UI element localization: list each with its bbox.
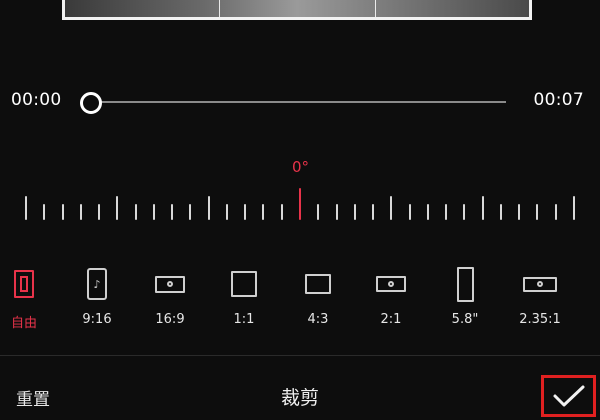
rotation-dial-tick xyxy=(354,204,356,220)
rotation-dial-tick xyxy=(62,204,64,220)
ratio-label: 4:3 xyxy=(307,312,329,327)
ratio-option-2-35-1[interactable]: 2.35:1 xyxy=(510,264,570,334)
video-crop-preview[interactable] xyxy=(62,0,532,20)
rotation-dial-tick xyxy=(445,204,447,220)
ratio-option-free[interactable]: 自由 xyxy=(0,264,54,334)
ratio-label: 2:1 xyxy=(380,312,402,327)
landscape-4-3-icon xyxy=(305,274,331,294)
ratio-label: 16:9 xyxy=(155,312,185,327)
ratio-label: 1:1 xyxy=(233,312,255,327)
confirm-button[interactable] xyxy=(541,375,596,417)
ratio-option-4-3[interactable]: 4:3 xyxy=(288,264,348,334)
free-crop-icon xyxy=(14,270,34,298)
rotation-dial-center-tick xyxy=(299,188,301,220)
ratio-label: 5.8" xyxy=(451,312,479,327)
rotation-dial-tick xyxy=(116,196,118,220)
rotation-dial-tick xyxy=(372,204,374,220)
checkmark-icon xyxy=(553,385,584,407)
widescreen-icon xyxy=(155,275,185,293)
rotation-dial-tick xyxy=(390,196,392,220)
ratio-label: 2.35:1 xyxy=(519,312,561,327)
rotation-dial-tick xyxy=(555,204,557,220)
ratio-option-1-1[interactable]: 1:1 xyxy=(214,264,274,334)
end-time: 00:07 xyxy=(533,90,584,110)
page-title: 裁剪 xyxy=(280,387,319,409)
rotation-dial-tick xyxy=(482,196,484,220)
rotation-dial-tick xyxy=(463,204,465,220)
rotation-dial-tick xyxy=(189,204,191,220)
rotation-dial-tick xyxy=(500,204,502,220)
rotation-dial-tick xyxy=(43,204,45,220)
bottom-divider xyxy=(0,355,600,356)
phone-portrait-icon xyxy=(456,266,474,302)
timeline-track[interactable] xyxy=(90,101,506,103)
rotation-dial-tick xyxy=(518,204,520,220)
rotation-dial-tick xyxy=(536,204,538,220)
rotation-dial-tick xyxy=(427,204,429,220)
rotation-dial-tick xyxy=(573,196,575,220)
square-icon xyxy=(231,271,257,297)
rotation-dial-tick xyxy=(281,204,283,220)
landscape-2-1-icon xyxy=(376,276,406,292)
rotation-dial-tick xyxy=(98,204,100,220)
rotation-dial[interactable] xyxy=(0,186,600,226)
cinema-icon xyxy=(523,276,557,292)
rotation-angle-label: 0° xyxy=(292,158,310,176)
crop-grid-line xyxy=(375,0,376,17)
rotation-dial-tick xyxy=(226,204,228,220)
aspect-ratio-bar: 自由 ♪ 9:16 16:9 1:1 4:3 2:1 5.8" 2.35:1 xyxy=(0,264,600,334)
timeline-knob[interactable] xyxy=(80,92,102,114)
rotation-dial-tick xyxy=(244,204,246,220)
reset-button[interactable]: 重置 xyxy=(16,385,50,410)
rotation-dial-tick xyxy=(208,196,210,220)
ratio-option-2-1[interactable]: 2:1 xyxy=(361,264,421,334)
ratio-label: 自由 xyxy=(10,316,37,331)
rotation-dial-tick xyxy=(409,204,411,220)
ratio-option-16-9[interactable]: 16:9 xyxy=(140,264,200,334)
rotation-dial-tick xyxy=(171,204,173,220)
crop-grid-line xyxy=(219,0,220,17)
rotation-dial-tick xyxy=(80,204,82,220)
rotation-dial-tick xyxy=(153,204,155,220)
start-time: 00:00 xyxy=(11,90,62,110)
rotation-dial-tick xyxy=(25,196,27,220)
rotation-dial-tick xyxy=(262,204,264,220)
ratio-label: 9:16 xyxy=(82,312,112,327)
ratio-option-9-16[interactable]: ♪ 9:16 xyxy=(67,264,127,334)
rotation-dial-tick xyxy=(135,204,137,220)
rotation-dial-tick xyxy=(336,204,338,220)
ratio-option-5-8[interactable]: 5.8" xyxy=(435,264,495,334)
rotation-dial-tick xyxy=(317,204,319,220)
tiktok-portrait-icon: ♪ xyxy=(87,268,107,300)
